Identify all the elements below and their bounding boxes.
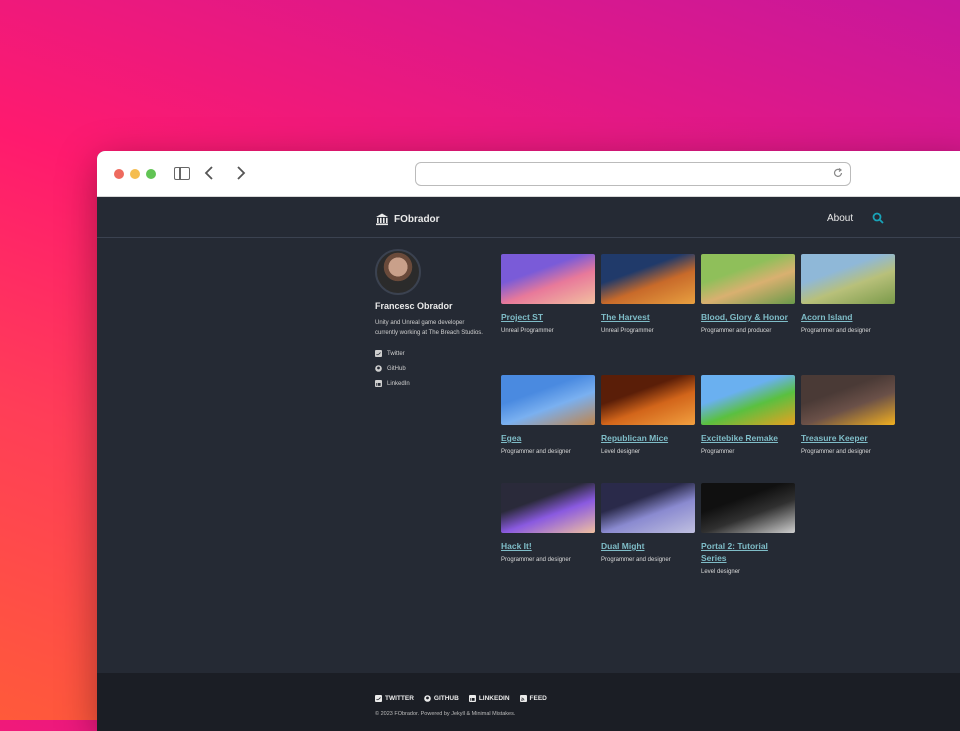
project-role: Programmer and designer	[501, 557, 571, 563]
author-links: Twitter GitHub LinkedIn	[375, 350, 485, 387]
footer-links: TWITTER GITHUB LINKEDIN FEED	[375, 695, 547, 702]
back-arrow-icon[interactable]	[203, 164, 217, 187]
address-bar[interactable]	[415, 162, 851, 186]
site-footer: TWITTER GITHUB LINKEDIN FEED © 2023 FObr…	[97, 673, 960, 731]
project-title[interactable]: Dual Might	[601, 540, 695, 552]
reload-icon[interactable]	[832, 167, 844, 179]
website: FObrador About Francesc Obrador Unity an…	[97, 197, 960, 731]
minimize-window-button[interactable]	[130, 169, 140, 179]
project-role: Programmer and designer	[801, 449, 871, 455]
project-thumbnail[interactable]	[701, 254, 795, 304]
site-logo[interactable]: FObrador	[375, 212, 440, 226]
avatar	[375, 249, 421, 295]
author-link-github[interactable]: GitHub	[375, 365, 485, 372]
browser-window: FObrador About Francesc Obrador Unity an…	[97, 151, 960, 731]
project-thumbnail[interactable]	[601, 375, 695, 425]
project-role: Level designer	[701, 569, 741, 575]
project-title[interactable]: Project ST	[501, 311, 595, 323]
search-icon[interactable]	[872, 212, 884, 224]
project-role: Unreal Programmer	[601, 328, 654, 334]
project-card[interactable]: Acorn Island Programmer and designer	[801, 254, 895, 335]
project-card[interactable]: Treasure Keeper Programmer and designer	[801, 375, 895, 456]
project-thumbnail[interactable]	[501, 375, 595, 425]
author-profile: Francesc Obrador Unity and Unreal game d…	[375, 249, 485, 395]
browser-toolbar	[97, 151, 960, 197]
project-title[interactable]: Hack It!	[501, 540, 595, 552]
project-card[interactable]: Hack It! Programmer and designer	[501, 483, 595, 564]
project-title[interactable]: Treasure Keeper	[801, 432, 895, 444]
project-card[interactable]: Egea Programmer and designer	[501, 375, 595, 456]
project-card[interactable]: Portal 2: Tutorial Series Level designer	[701, 483, 795, 576]
github-icon	[424, 695, 431, 702]
footer-link-linkedin[interactable]: LINKEDIN	[468, 695, 510, 702]
bank-icon	[376, 213, 388, 226]
forward-arrow-icon[interactable]	[233, 164, 247, 187]
project-card[interactable]: The Harvest Unreal Programmer	[601, 254, 695, 335]
project-card[interactable]: Blood, Glory & Honor Programmer and produ…	[701, 254, 795, 335]
maximize-window-button[interactable]	[146, 169, 156, 179]
project-title[interactable]: Excitebike Remake	[701, 432, 795, 444]
author-link-label: LinkedIn	[387, 380, 410, 387]
author-link-linkedin[interactable]: LinkedIn	[375, 380, 485, 387]
project-card[interactable]: Republican Mice Level designer	[601, 375, 695, 456]
project-card[interactable]: Dual Might Programmer and designer	[601, 483, 695, 564]
linkedin-icon	[468, 695, 476, 702]
github-icon	[375, 365, 382, 372]
project-thumbnail[interactable]	[801, 254, 895, 304]
rss-icon	[519, 695, 527, 702]
project-card[interactable]: Excitebike Remake Programmer	[701, 375, 795, 456]
project-title[interactable]: The Harvest	[601, 311, 695, 323]
author-link-twitter[interactable]: Twitter	[375, 350, 485, 357]
project-title[interactable]: Republican Mice	[601, 432, 695, 444]
project-role: Programmer and designer	[601, 557, 671, 563]
author-link-label: GitHub	[387, 365, 406, 372]
project-title[interactable]: Egea	[501, 432, 595, 444]
project-thumbnail[interactable]	[501, 483, 595, 533]
footer-link-label: FEED	[529, 695, 547, 702]
project-thumbnail[interactable]	[701, 483, 795, 533]
author-name: Francesc Obrador	[375, 301, 453, 311]
project-title[interactable]: Acorn Island	[801, 311, 895, 323]
project-thumbnail[interactable]	[701, 375, 795, 425]
project-role: Programmer and producer	[701, 328, 772, 334]
project-thumbnail[interactable]	[601, 483, 695, 533]
author-bio: Unity and Unreal game developer currentl…	[375, 320, 483, 336]
footer-link-feed[interactable]: FEED	[519, 695, 547, 702]
twitter-icon	[375, 350, 382, 357]
project-role: Programmer and designer	[501, 449, 571, 455]
site-title[interactable]: FObrador	[394, 214, 440, 225]
project-title[interactable]: Blood, Glory & Honor	[701, 311, 795, 323]
nav-about-link[interactable]: About	[827, 213, 853, 224]
linkedin-icon	[375, 380, 382, 387]
project-thumbnail[interactable]	[601, 254, 695, 304]
footer-link-label: GITHUB	[433, 695, 459, 702]
project-card[interactable]: Project ST Unreal Programmer	[501, 254, 595, 335]
project-role: Programmer and designer	[801, 328, 871, 334]
copyright-text: © 2023 FObrador. Powered by Jekyll & Min…	[375, 711, 516, 717]
project-role: Level designer	[601, 449, 641, 455]
sidebar-toggle-icon[interactable]	[174, 167, 190, 180]
footer-link-twitter[interactable]: TWITTER	[375, 695, 414, 702]
project-thumbnail[interactable]	[501, 254, 595, 304]
author-link-label: Twitter	[387, 350, 405, 357]
project-role: Unreal Programmer	[501, 328, 554, 334]
project-thumbnail[interactable]	[801, 375, 895, 425]
masthead: FObrador About	[97, 197, 960, 238]
close-window-button[interactable]	[114, 169, 124, 179]
project-title[interactable]: Portal 2: Tutorial Series	[701, 540, 795, 564]
project-role: Programmer	[701, 449, 735, 455]
footer-link-github[interactable]: GITHUB	[424, 695, 459, 702]
twitter-icon	[375, 695, 382, 702]
footer-link-label: LINKEDIN	[478, 695, 510, 702]
footer-link-label: TWITTER	[385, 695, 414, 702]
